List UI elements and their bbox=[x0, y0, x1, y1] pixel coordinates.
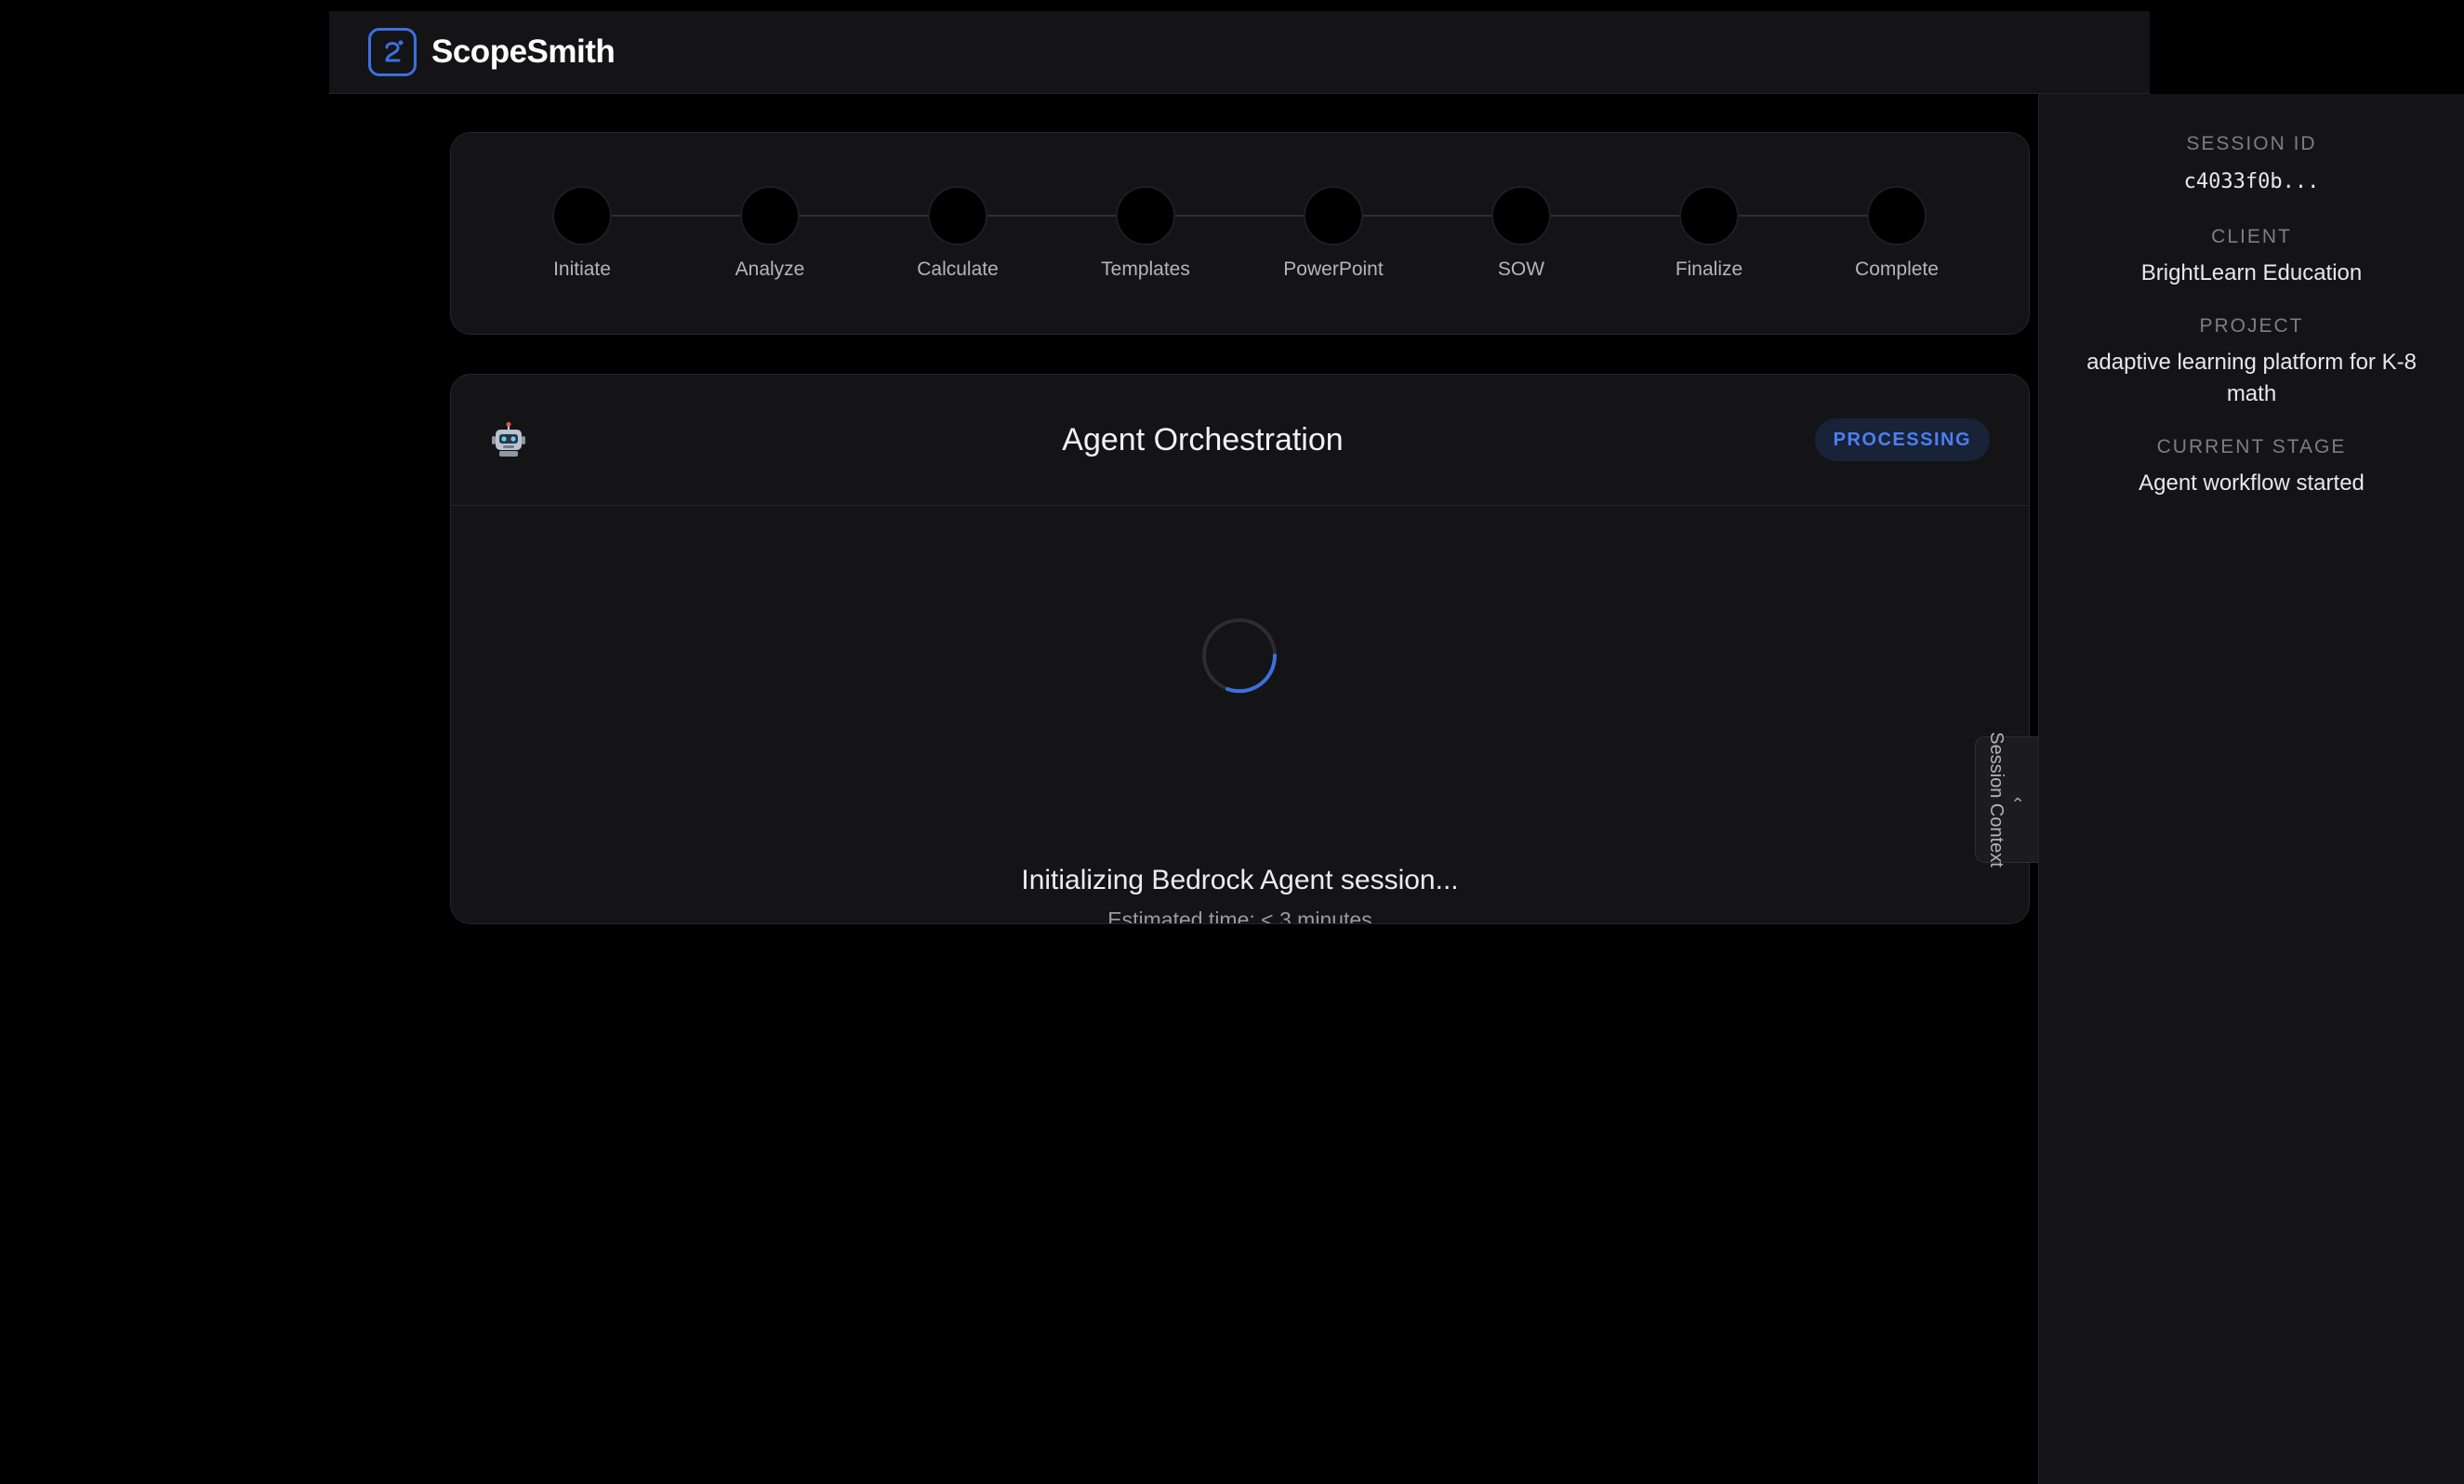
step-initiate: Initiate bbox=[498, 186, 666, 281]
logo-glyph bbox=[385, 40, 404, 62]
session-id-value: c4033f0b... bbox=[2183, 170, 2320, 193]
step-dot bbox=[1491, 186, 1551, 245]
step-dot bbox=[740, 186, 800, 245]
current-stage-label: CURRENT STAGE bbox=[2156, 436, 2347, 457]
chevron-icon: ‹ bbox=[2008, 796, 2028, 802]
loading-spinner-icon bbox=[1202, 618, 1278, 694]
step-dot bbox=[1679, 186, 1739, 245]
robot-icon bbox=[492, 422, 525, 457]
step-templates: Templates bbox=[1062, 186, 1229, 281]
card-header: Agent Orchestration PROCESSING bbox=[451, 375, 2029, 506]
step-dot bbox=[552, 186, 612, 245]
step-label: Complete bbox=[1855, 258, 1939, 280]
step-label: Analyze bbox=[735, 258, 805, 280]
session-context-toggle-content: ‹ Session Context bbox=[1985, 732, 2030, 868]
step-label: Templates bbox=[1101, 258, 1190, 280]
status-badge: PROCESSING bbox=[1814, 418, 1990, 461]
step-finalize: Finalize bbox=[1625, 186, 1793, 281]
step-label: Initiate bbox=[553, 258, 611, 280]
step-label: PowerPoint bbox=[1283, 258, 1384, 280]
step-label: SOW bbox=[1497, 258, 1545, 280]
step-dot bbox=[1304, 186, 1363, 245]
session-context-toggle[interactable]: ‹ Session Context bbox=[1975, 732, 2038, 868]
card-title: Agent Orchestration bbox=[1062, 421, 1344, 457]
card-body: Initializing Bedrock Agent session... Es… bbox=[451, 506, 2029, 924]
agent-orchestration-card: Agent Orchestration PROCESSING Initializ… bbox=[450, 374, 2030, 924]
step-powerpoint: PowerPoint bbox=[1250, 186, 1417, 281]
step-analyze: Analyze bbox=[686, 186, 854, 281]
client-value: BrightLearn Education bbox=[2140, 260, 2363, 285]
workflow-stepper: Initiate Analyze Calculate Templates Pow… bbox=[450, 132, 2030, 335]
step-label: Calculate bbox=[917, 258, 999, 280]
step-complete: Complete bbox=[1813, 186, 1980, 281]
project-value: adaptive learning platform for K-8 math bbox=[2086, 350, 2417, 406]
current-stage-value: Agent workflow started bbox=[2139, 470, 2365, 496]
scopesmith-logo-icon[interactable] bbox=[368, 28, 417, 76]
current-stage-group: CURRENT STAGE Agent workflow started bbox=[2039, 436, 2464, 499]
status-message: Initializing Bedrock Agent session... bbox=[1021, 865, 1459, 895]
project-label: PROJECT bbox=[2199, 315, 2304, 337]
client-label: CLIENT bbox=[2211, 226, 2292, 247]
session-id-label: SESSION ID bbox=[2186, 133, 2317, 154]
session-id-group: SESSION ID c4033f0b... bbox=[2039, 133, 2464, 198]
top-header: ScopeSmith bbox=[329, 11, 2150, 94]
session-context-panel: SESSION ID c4033f0b... CLIENT BrightLear… bbox=[2038, 94, 2464, 1484]
step-sow: SOW bbox=[1437, 186, 1605, 281]
client-group: CLIENT BrightLearn Education bbox=[2039, 226, 2464, 289]
brand-name[interactable]: ScopeSmith bbox=[431, 33, 616, 71]
step-label: Finalize bbox=[1675, 258, 1743, 280]
project-group: PROJECT adaptive learning platform for K… bbox=[2039, 315, 2464, 410]
step-dot bbox=[1867, 186, 1927, 245]
app-root: ScopeSmith Initiate Analyze Calculate Te… bbox=[0, 0, 2464, 1484]
session-context-tab-label: Session Context bbox=[1985, 732, 2007, 868]
step-calculate: Calculate bbox=[874, 186, 1041, 281]
estimated-time: Estimated time: < 3 minutes bbox=[1107, 908, 1372, 924]
step-dot bbox=[1116, 186, 1175, 245]
step-dot bbox=[928, 186, 987, 245]
